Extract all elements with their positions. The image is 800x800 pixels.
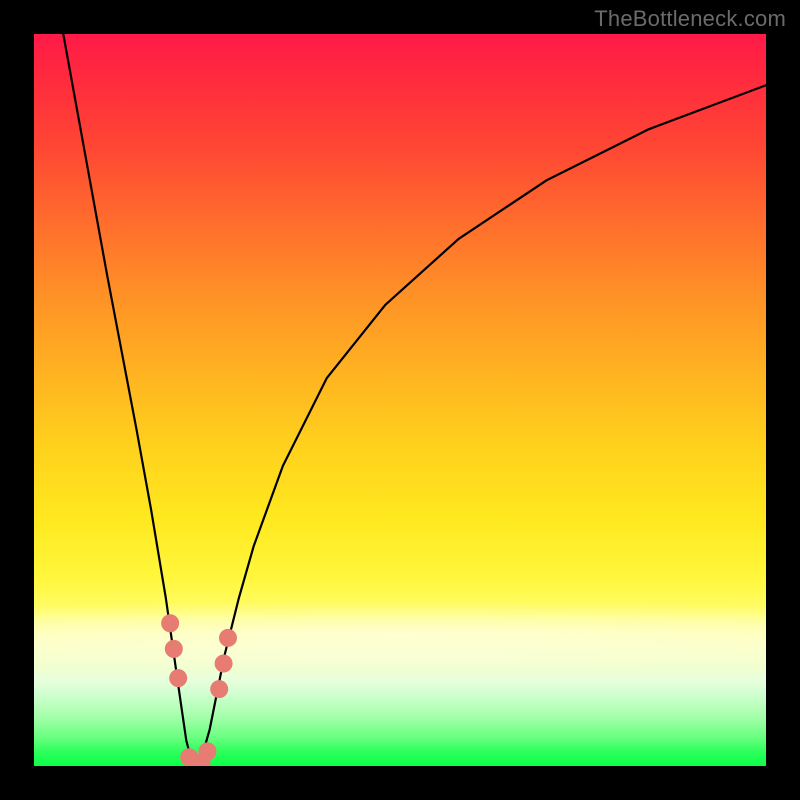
curve-markers-group xyxy=(162,615,237,766)
curve-marker xyxy=(162,615,179,632)
watermark-text: TheBottleneck.com xyxy=(594,6,786,32)
curve-marker xyxy=(219,629,236,646)
curve-marker xyxy=(165,640,182,657)
curve-layer xyxy=(34,34,766,766)
curve-marker xyxy=(215,655,232,672)
curve-marker xyxy=(170,670,187,687)
chart-frame: TheBottleneck.com xyxy=(0,0,800,800)
plot-area xyxy=(34,34,766,766)
curve-marker xyxy=(211,681,228,698)
curve-marker xyxy=(199,743,216,760)
